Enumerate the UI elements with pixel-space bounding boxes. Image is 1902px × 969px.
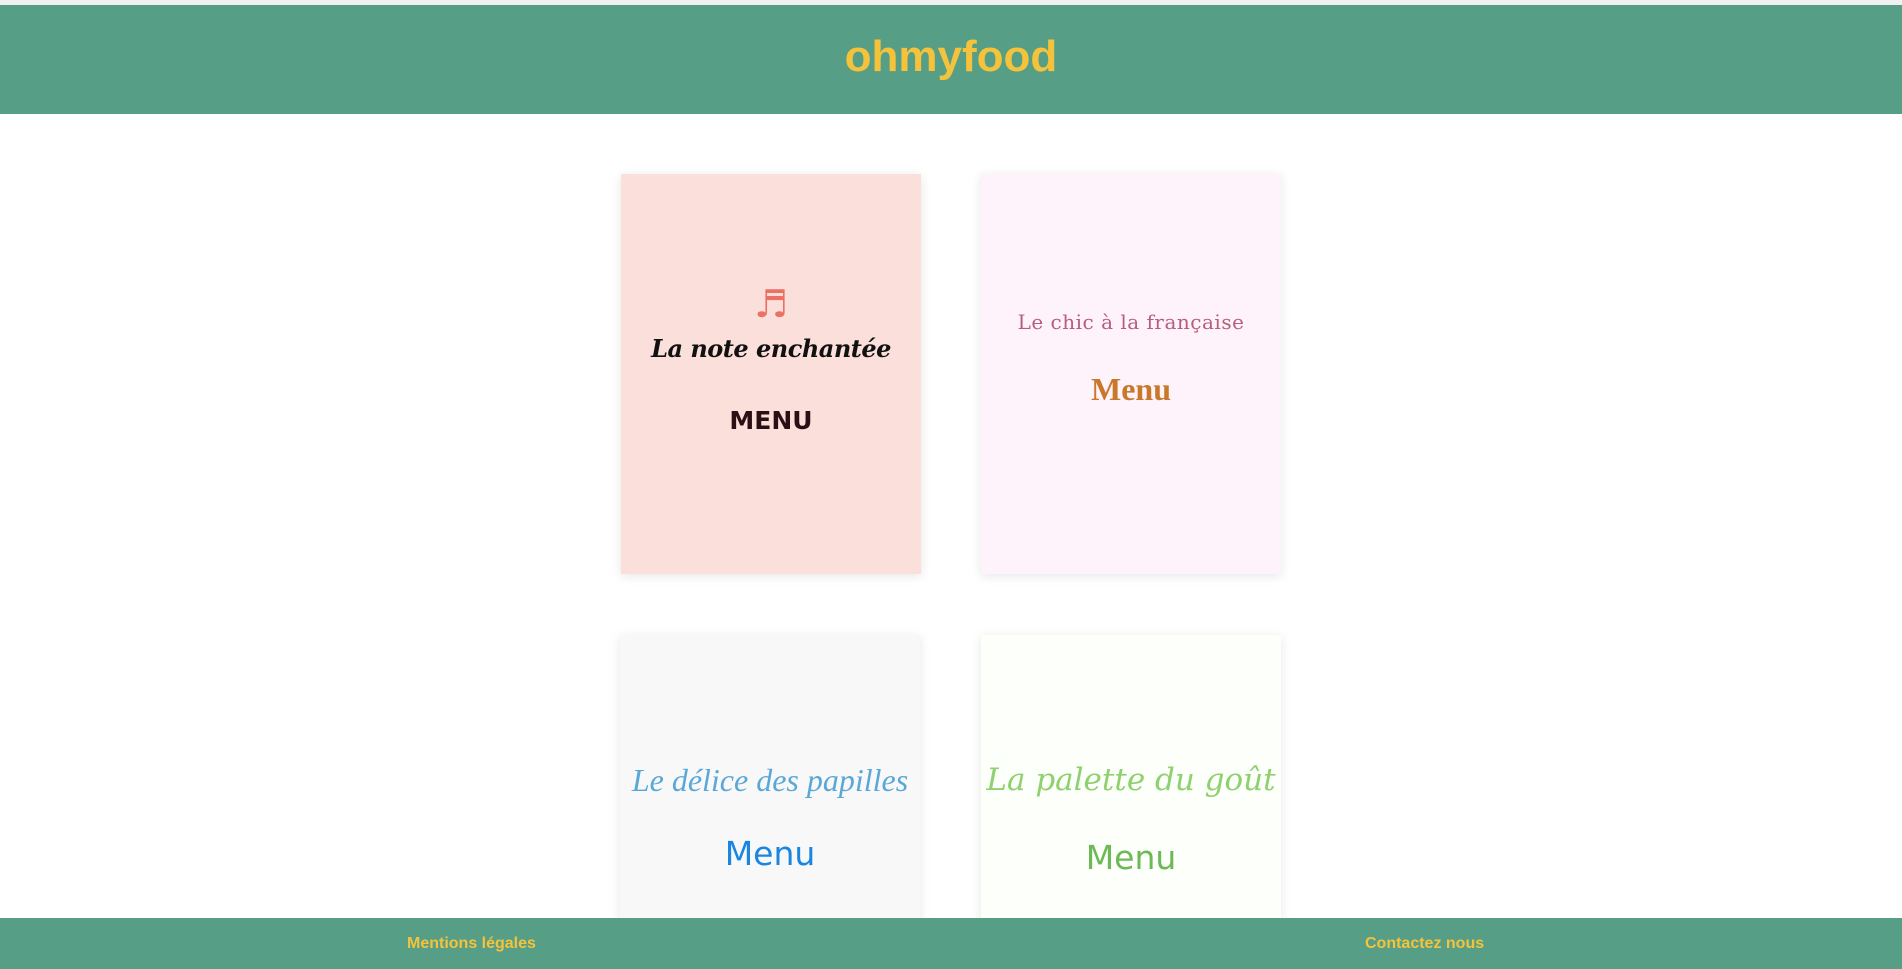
menu-link[interactable]: Menu [620,834,920,873]
site-header: ohmyfood [0,5,1902,114]
legal-mentions-link[interactable]: Mentions légales [407,935,536,953]
site-logo[interactable]: ohmyfood [845,32,1058,82]
restaurant-title: Le chic à la française [1017,310,1245,334]
restaurant-card-note-enchantee[interactable]: ♬ La note enchantée MENU [621,174,921,574]
restaurant-title: Le délice des papilles [631,762,909,798]
menu-link[interactable]: Menu [981,371,1281,408]
restaurant-card-chic-francaise[interactable]: Le chic à la française Menu [981,174,1281,574]
contact-link[interactable]: Contactez nous [1365,935,1484,953]
restaurant-title: La note enchantée [651,334,891,363]
restaurant-card-palette-gout[interactable]: La palette du goût Menu [981,635,1281,935]
menu-link[interactable]: Menu [981,838,1281,877]
menu-link[interactable]: MENU [621,406,921,435]
restaurant-title: La palette du goût [986,762,1276,798]
restaurant-card-delice-papilles[interactable]: Le délice des papilles Menu [620,635,920,935]
site-footer: Mentions légales Contactez nous [0,918,1902,969]
music-note-icon: ♬ [753,282,789,326]
